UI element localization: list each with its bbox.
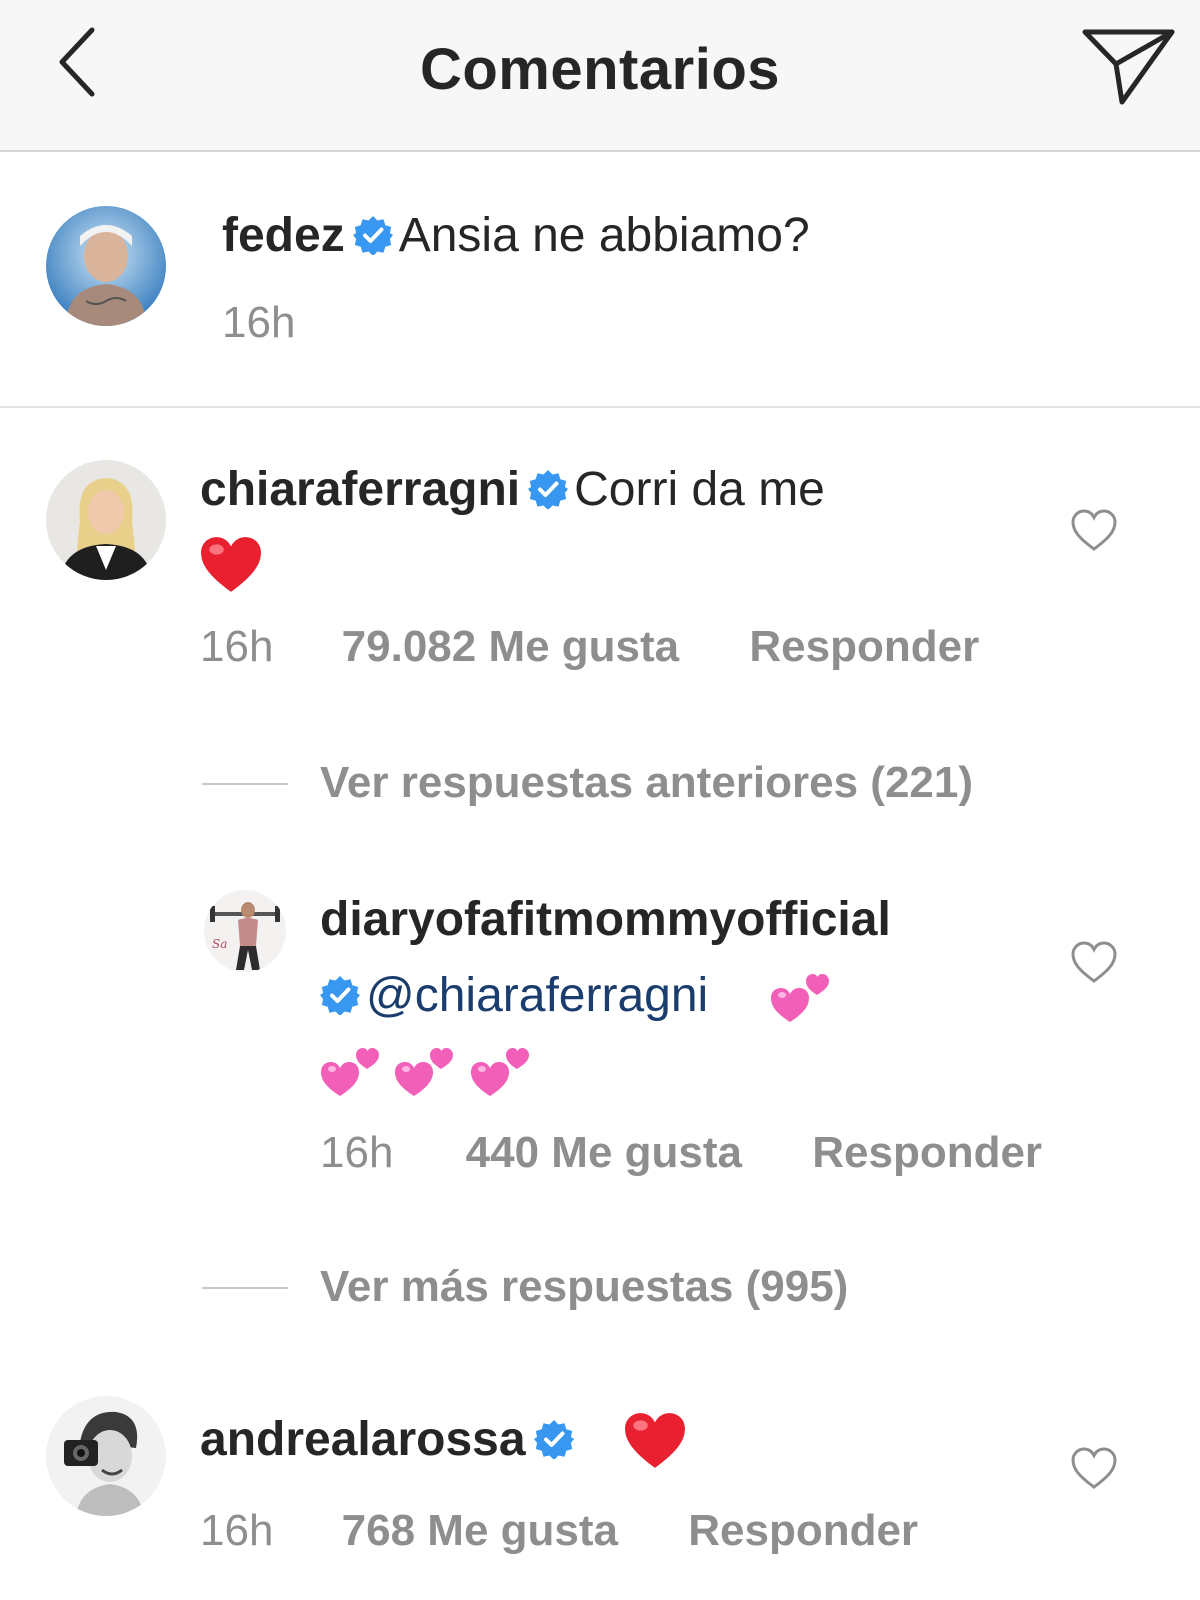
avatar-photo [46, 1396, 166, 1516]
two-hearts-emoji-icon [770, 968, 832, 1024]
comment-text: Corri da me [574, 463, 825, 516]
reply-time: 16h [320, 1128, 394, 1177]
reply-username[interactable]: diaryofafitmommyofficial [320, 893, 891, 946]
comment-likes[interactable]: 79.082 Me gusta [342, 620, 680, 674]
red-heart-emoji-icon [624, 1412, 686, 1470]
paper-plane-icon [1082, 29, 1175, 105]
like-heart-icon[interactable] [1070, 1446, 1118, 1490]
like-heart-icon[interactable] [1070, 940, 1118, 984]
two-hearts-emoji-icon [470, 1042, 532, 1098]
comment-meta: 16h 79.082 Me gusta Responder [200, 620, 979, 674]
avatar-photo [46, 206, 166, 326]
avatar-andrealarossa[interactable] [46, 1396, 166, 1516]
thread-line [202, 783, 288, 785]
reply-meta: 16h 440 Me gusta Responder [320, 1126, 1042, 1180]
verified-badge-icon [320, 975, 360, 1015]
comment-username[interactable]: chiaraferragni [200, 463, 520, 516]
comment-line: chiaraferragni Corri da me [200, 460, 825, 520]
caption-time: 16h [222, 298, 296, 347]
two-hearts-emoji-icon [394, 1042, 456, 1098]
comment-time: 16h [200, 622, 274, 671]
page-title: Comentarios [419, 37, 780, 102]
view-more-replies-label: Ver más respuestas (995) [320, 1262, 849, 1311]
caption-meta: 16h [222, 296, 295, 350]
comment-likes[interactable]: 768 Me gusta [342, 1504, 618, 1558]
caption-divider [0, 406, 1200, 408]
share-button[interactable] [1080, 22, 1180, 112]
top-bar: Comentarios [0, 0, 1200, 152]
avatar-chiaraferragni[interactable] [46, 460, 166, 580]
reply-button[interactable]: Responder [749, 620, 979, 674]
mention-link[interactable]: @chiaraferragni [366, 969, 708, 1022]
reply-button[interactable]: Responder [688, 1504, 918, 1558]
thread-line [202, 1287, 288, 1289]
verified-badge-icon [353, 215, 393, 255]
comment-time: 16h [200, 1506, 274, 1555]
caption-line: fedez Ansia ne abbiamo? [222, 206, 810, 266]
caption-text: Ansia ne abbiamo? [398, 209, 810, 262]
verified-badge-icon [528, 469, 568, 509]
svg-text:Sa: Sa [212, 937, 227, 951]
caption-username[interactable]: fedez [222, 209, 345, 262]
reply-likes[interactable]: 440 Me gusta [466, 1126, 742, 1180]
verified-badge-icon [534, 1419, 574, 1459]
view-previous-replies[interactable]: Ver respuestas anteriores (221) [202, 756, 974, 810]
like-heart-icon[interactable] [1070, 508, 1118, 552]
reply-text-line: @chiaraferragni [312, 966, 708, 1026]
comment-meta: 16h 768 Me gusta Responder [200, 1504, 918, 1558]
comment-line: andrealarossa [200, 1410, 580, 1470]
view-more-replies[interactable]: Ver más respuestas (995) [202, 1260, 849, 1314]
two-hearts-emoji-icon [320, 1042, 382, 1098]
reply-button[interactable]: Responder [812, 1126, 1042, 1180]
avatar-photo [46, 460, 166, 580]
avatar-diaryofafitmommyofficial[interactable]: Sa [204, 890, 286, 972]
view-previous-replies-label: Ver respuestas anteriores (221) [320, 758, 974, 807]
reply-line: diaryofafitmommyofficial [320, 890, 891, 950]
red-heart-emoji-icon [200, 536, 262, 594]
avatar-fedez[interactable] [46, 206, 166, 326]
comment-username[interactable]: andrealarossa [200, 1413, 526, 1466]
avatar-photo: Sa [204, 890, 286, 972]
